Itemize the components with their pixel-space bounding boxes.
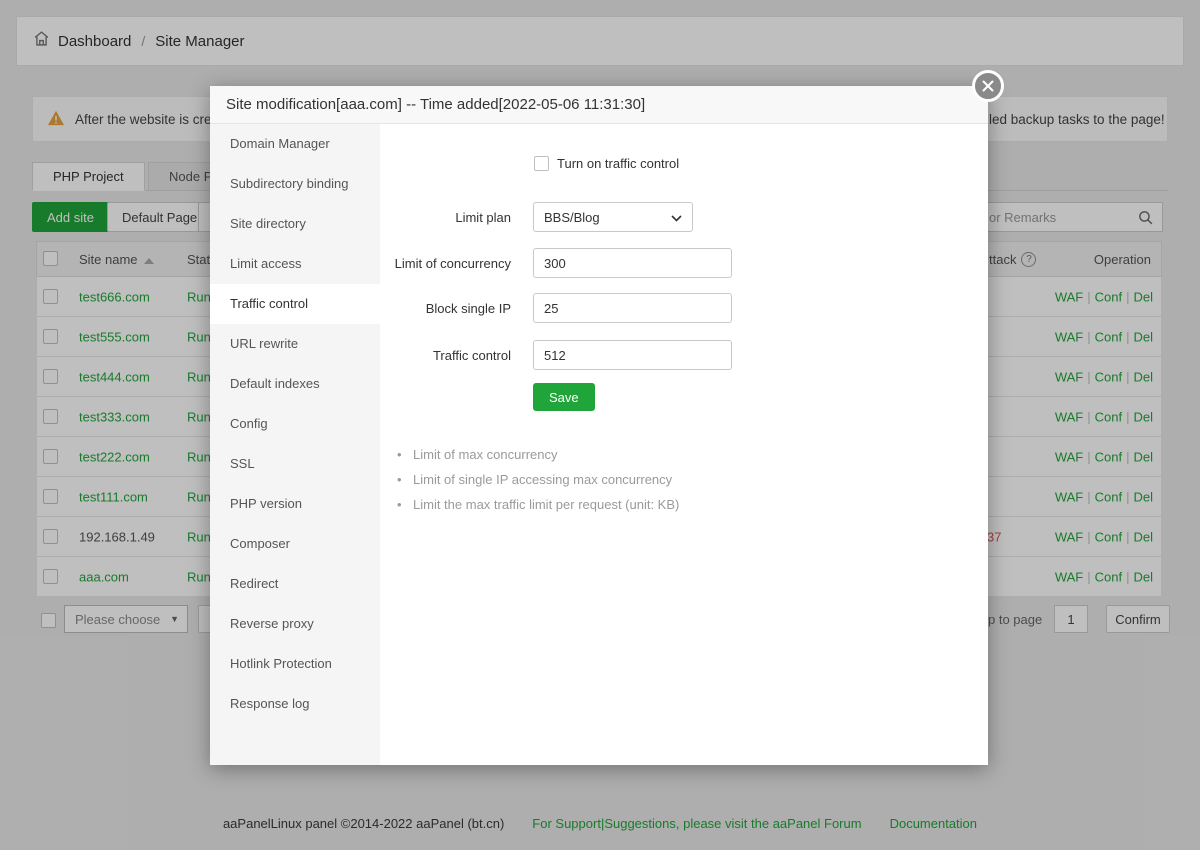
menu-site-directory[interactable]: Site directory — [210, 204, 380, 244]
menu-response-log[interactable]: Response log — [210, 684, 380, 724]
site-modification-modal: Site modification[aaa.com] -- Time added… — [210, 86, 988, 765]
block-single-ip-input[interactable] — [533, 293, 732, 323]
modal-title: Site modification[aaa.com] -- Time added… — [210, 86, 988, 124]
traffic-control-checkbox[interactable] — [534, 156, 549, 171]
limit-plan-select[interactable]: BBS/Blog — [533, 202, 693, 232]
block-single-ip-label: Block single IP — [380, 301, 511, 316]
note-item: Limit of single IP accessing max concurr… — [397, 467, 679, 492]
menu-reverse-proxy[interactable]: Reverse proxy — [210, 604, 380, 644]
traffic-control-notes: Limit of max concurrency Limit of single… — [397, 442, 679, 517]
concurrency-input[interactable] — [533, 248, 732, 278]
menu-url-rewrite[interactable]: URL rewrite — [210, 324, 380, 364]
chevron-down-icon — [671, 210, 682, 225]
limit-plan-value: BBS/Blog — [544, 210, 600, 225]
note-item: Limit the max traffic limit per request … — [397, 492, 679, 517]
menu-ssl[interactable]: SSL — [210, 444, 380, 484]
menu-php-version[interactable]: PHP version — [210, 484, 380, 524]
menu-limit-access[interactable]: Limit access — [210, 244, 380, 284]
menu-redirect[interactable]: Redirect — [210, 564, 380, 604]
close-icon[interactable] — [972, 70, 1004, 102]
concurrency-label: Limit of concurrency — [380, 256, 511, 271]
menu-default-indexes[interactable]: Default indexes — [210, 364, 380, 404]
limit-plan-label: Limit plan — [380, 210, 511, 225]
menu-domain-manager[interactable]: Domain Manager — [210, 124, 380, 164]
traffic-limit-label: Traffic control — [380, 348, 511, 363]
note-item: Limit of max concurrency — [397, 442, 679, 467]
menu-subdirectory-binding[interactable]: Subdirectory binding — [210, 164, 380, 204]
menu-traffic-control[interactable]: Traffic control — [210, 284, 380, 324]
traffic-control-toggle-label: Turn on traffic control — [557, 156, 679, 171]
save-button[interactable]: Save — [533, 383, 595, 411]
traffic-limit-input[interactable] — [533, 340, 732, 370]
menu-composer[interactable]: Composer — [210, 524, 380, 564]
traffic-control-panel: Turn on traffic control Limit plan BBS/B… — [380, 124, 988, 765]
menu-config[interactable]: Config — [210, 404, 380, 444]
modal-menu: Domain Manager Subdirectory binding Site… — [210, 124, 380, 765]
menu-hotlink-protection[interactable]: Hotlink Protection — [210, 644, 380, 684]
